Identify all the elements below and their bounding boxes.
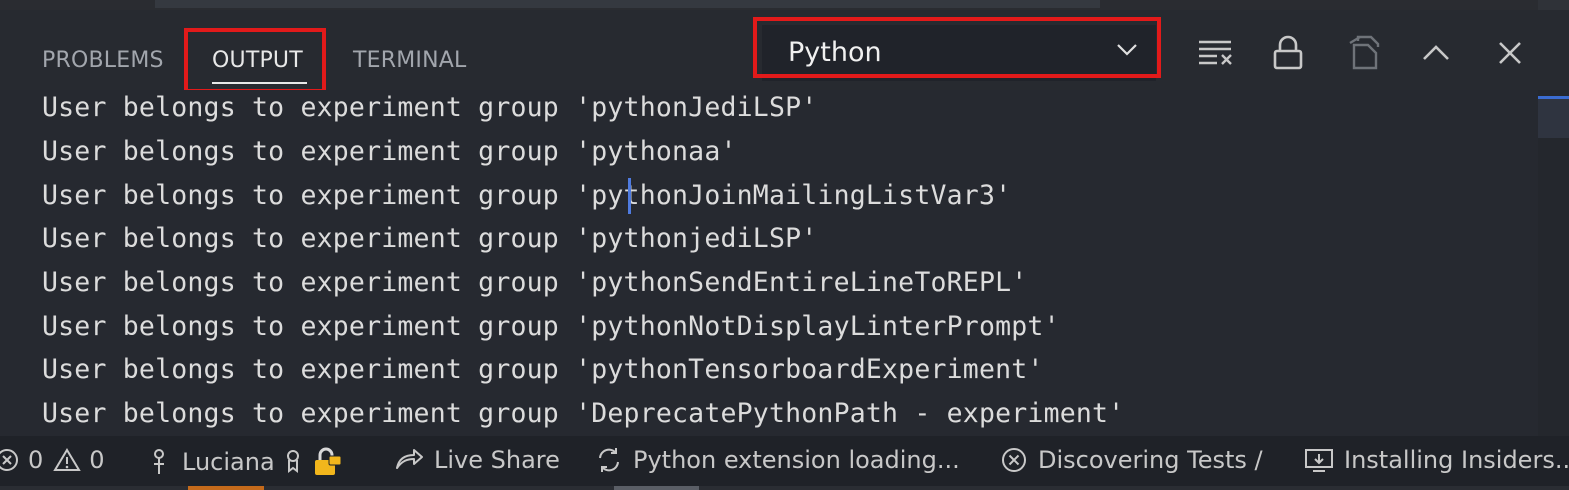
- error-count: 0: [28, 446, 44, 474]
- badge-icon: [286, 450, 299, 473]
- output-line: User belongs to experiment group 'python…: [42, 136, 737, 167]
- install-status-label: Installing Insiders...: [1344, 446, 1569, 474]
- highlight-box-output-tab: [184, 28, 326, 93]
- chevron-up-icon[interactable]: [1416, 33, 1456, 73]
- bottom-accent: [188, 486, 264, 490]
- open-log-file-icon[interactable]: [1344, 33, 1384, 73]
- install-icon: [1305, 449, 1333, 472]
- top-right-corner: [1538, 0, 1569, 10]
- editor-horizontal-scrollbar[interactable]: [155, 0, 1100, 8]
- output-line: User belongs to experiment group 'python…: [42, 92, 818, 123]
- highlight-box-channel-select: [753, 17, 1161, 78]
- top-strip: [0, 0, 1569, 10]
- error-icon: [0, 449, 18, 471]
- live-share-label: Live Share: [434, 446, 560, 474]
- output-line: User belongs to experiment group 'python…: [42, 223, 818, 254]
- bottom-edge: [0, 486, 1569, 490]
- sync-icon: [599, 448, 619, 472]
- tab-terminal[interactable]: TERMINAL: [353, 48, 466, 73]
- person-icon: [154, 449, 164, 474]
- close-icon[interactable]: [1490, 33, 1530, 73]
- scrollbar-thumb[interactable]: [1538, 96, 1569, 138]
- install-status[interactable]: Installing Insiders...: [1304, 446, 1569, 474]
- clear-output-icon[interactable]: [1195, 33, 1235, 73]
- warning-count: 0: [89, 446, 105, 474]
- output-line: User belongs to experiment group 'Deprec…: [42, 398, 1125, 429]
- python-extension-status[interactable]: Python extension loading...: [595, 446, 960, 474]
- tests-status[interactable]: Discovering Tests /: [1000, 446, 1263, 474]
- status-bar: 0 0 Luciana Live Share Python extension …: [0, 436, 1569, 490]
- output-line: User belongs to experiment group 'python…: [42, 311, 1060, 342]
- warning-icon: [53, 448, 82, 471]
- output-line: User belongs to experiment group 'python…: [42, 267, 1028, 298]
- account-name: Luciana: [182, 448, 275, 476]
- python-extension-label: Python extension loading...: [633, 446, 960, 474]
- text-cursor: [628, 178, 631, 214]
- bottom-grey-segment: [614, 486, 699, 490]
- close-circle-icon: [1002, 448, 1026, 472]
- scrollbar-cursor-marker: [1538, 96, 1569, 99]
- tests-status-label: Discovering Tests /: [1038, 446, 1263, 474]
- account-status[interactable]: Luciana: [150, 446, 343, 478]
- output-line: User belongs to experiment group 'python…: [42, 180, 1012, 211]
- tab-problems[interactable]: PROBLEMS: [42, 48, 164, 73]
- locked-icon: [314, 447, 342, 475]
- output-content[interactable]: User belongs to experiment group 'python…: [0, 90, 1538, 436]
- problems-status[interactable]: 0 0: [0, 446, 105, 474]
- lock-scroll-icon[interactable]: [1268, 33, 1308, 73]
- output-vertical-scrollbar[interactable]: [1538, 90, 1569, 436]
- output-line: User belongs to experiment group 'python…: [42, 354, 1044, 385]
- live-share-icon: [396, 449, 423, 469]
- live-share-button[interactable]: Live Share: [394, 446, 560, 474]
